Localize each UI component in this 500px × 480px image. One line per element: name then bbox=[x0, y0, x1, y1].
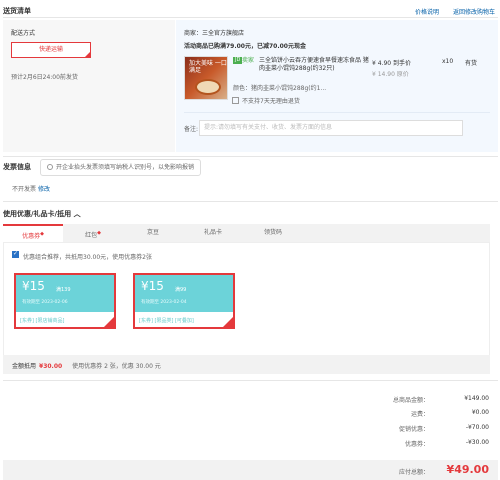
delivery-estimate: 预计2月6日24:00前发货 bbox=[11, 74, 78, 81]
tab-jingdou[interactable]: 京豆 bbox=[123, 224, 183, 242]
coupon-categories: [东券] [限品类] [可叠加] bbox=[139, 318, 194, 324]
seller-tag: 卖家 bbox=[242, 57, 255, 64]
back-to-cart-link[interactable]: 返回修改购物车 bbox=[453, 9, 495, 16]
thumbnail-text: 加大美味 一口满足 bbox=[189, 60, 227, 74]
coupons-title-text: 使用优惠/礼品卡/抵用 bbox=[3, 210, 72, 218]
coupon-amount: ¥15 bbox=[141, 279, 164, 293]
coupon-header: ¥15 满99 有效期至 2023-02-04 bbox=[135, 275, 233, 312]
stock-status: 有货 bbox=[465, 60, 478, 67]
payable-label: 应付总额： bbox=[398, 469, 429, 476]
quantity: x10 bbox=[442, 58, 454, 65]
total-label: 总商品金额： bbox=[392, 397, 429, 404]
divider bbox=[184, 112, 490, 113]
summary-used: 使用优惠券 2 张，优惠 30.00 元 bbox=[72, 363, 161, 370]
recommend-checkbox[interactable] bbox=[12, 250, 19, 258]
tab-label: 礼品卡 bbox=[203, 229, 222, 236]
selected-corner-icon bbox=[223, 317, 233, 327]
tab-label: 红包 bbox=[85, 232, 98, 239]
divider bbox=[3, 380, 498, 381]
top-links: 价格说明 返回修改购物车 bbox=[403, 7, 495, 16]
divider bbox=[3, 156, 498, 157]
tab-marker: ◆ bbox=[40, 231, 44, 237]
chevron-up-icon: ︿ bbox=[73, 210, 81, 218]
tab-label: 领货码 bbox=[263, 229, 282, 236]
coupon-card[interactable]: ¥15 满139 有效期至 2023-02-06 [东券] [限店铺商品] bbox=[14, 273, 116, 329]
tab-marker: ◆ bbox=[97, 230, 101, 236]
delivery-method-label: 配送方式 bbox=[11, 30, 36, 37]
coupon-condition: 满99 bbox=[175, 287, 187, 293]
invoice-tip: 开企业抬头发票须填写纳税人识别号，以免影响报销 bbox=[40, 159, 202, 176]
tab-label: 优惠券 bbox=[22, 233, 41, 240]
coupon-expiry: 有效期至 2023-02-06 bbox=[22, 300, 68, 305]
divider bbox=[3, 201, 498, 202]
product-thumbnail[interactable]: 加大美味 一口满足 bbox=[184, 56, 228, 100]
section-title-delivery: 送货清单 bbox=[3, 7, 31, 15]
tab-coupons[interactable]: 优惠券◆ bbox=[3, 224, 63, 242]
remark-input[interactable]: 提示:请勿填写有关支付、收货、发票方面的信息 bbox=[199, 120, 463, 136]
tab-giftcard[interactable]: 礼品卡 bbox=[183, 224, 243, 242]
no-return-text: 不支持7天无理由退货 bbox=[242, 98, 300, 105]
summary-label: 金额抵用 bbox=[12, 363, 37, 370]
no-return-icon bbox=[232, 97, 239, 104]
total-label: 促销优惠： bbox=[398, 426, 429, 433]
invoice-tip-text: 开企业抬头发票须填写纳税人识别号，以免影响报销 bbox=[56, 164, 195, 171]
total-value: -¥30.00 bbox=[465, 439, 489, 446]
original-price: ¥ 14.90 原价 bbox=[372, 71, 409, 78]
price-info-link[interactable]: 价格说明 bbox=[415, 9, 439, 16]
coupon-summary: 金额抵用 ¥30.00 使用优惠券 2 张，优惠 30.00 元 bbox=[12, 361, 161, 370]
deal-price: ¥ 4.90 到手价 bbox=[372, 60, 411, 67]
express-delivery-button[interactable]: 快递运输 bbox=[11, 42, 91, 58]
invoice-value: 不开发票 修改 bbox=[12, 184, 50, 193]
seller-name: 商家：三全官方旗舰店 bbox=[184, 30, 245, 37]
no-return-notice: 不支持7天无理由退货 bbox=[232, 96, 300, 105]
total-label: 优惠券： bbox=[404, 441, 429, 448]
recommend-text: 优惠组合推荐，共抵用30.00元，使用优惠券2张 bbox=[23, 254, 152, 261]
coupon-header: ¥15 满139 有效期至 2023-02-06 bbox=[16, 275, 114, 312]
section-title-invoice: 发票信息 bbox=[3, 163, 31, 171]
total-value: ¥0.00 bbox=[471, 409, 489, 416]
payable-amount: ¥49.00 bbox=[446, 463, 489, 476]
coupon-expiry: 有效期至 2023-02-04 bbox=[141, 300, 187, 305]
invoice-type: 不开发票 bbox=[12, 186, 37, 193]
total-label: 运费： bbox=[410, 411, 429, 418]
total-value: ¥149.00 bbox=[464, 395, 489, 402]
coupon-amount: ¥15 bbox=[22, 279, 45, 293]
tab-pickup-code[interactable]: 领货码 bbox=[243, 224, 303, 242]
coupon-categories: [东券] [限店铺商品] bbox=[20, 318, 65, 324]
jd-tag: JD bbox=[233, 57, 243, 64]
selected-corner-icon bbox=[104, 317, 114, 327]
coupon-card[interactable]: ¥15 满99 有效期至 2023-02-04 [东券] [限品类] [可叠加] bbox=[133, 273, 235, 329]
summary-amount: ¥30.00 bbox=[39, 363, 63, 370]
divider bbox=[3, 17, 498, 18]
delivery-method-pane bbox=[3, 20, 175, 152]
product-name-link[interactable]: 三全馅饼小云吞方便速食早餐速冻食品 猪肉韭菜小馄饨288g(约32只) bbox=[259, 57, 369, 73]
total-value: -¥70.00 bbox=[465, 424, 489, 431]
promo-text: 活动商品已购满79.00元，已减70.00元现金 bbox=[184, 43, 306, 50]
tab-redpacket[interactable]: 红包◆ bbox=[63, 224, 123, 242]
product-spec: 颜色：猪肉韭菜小馄饨288g(约1... bbox=[233, 85, 327, 92]
remark-label: 备注: bbox=[184, 126, 199, 133]
bowl-image bbox=[195, 79, 221, 95]
info-icon bbox=[47, 164, 53, 170]
invoice-edit-link[interactable]: 修改 bbox=[38, 186, 50, 193]
tab-label: 京豆 bbox=[146, 229, 159, 236]
section-title-coupons[interactable]: 使用优惠/礼品卡/抵用 ︿ bbox=[3, 209, 81, 219]
coupon-condition: 满139 bbox=[56, 287, 71, 293]
